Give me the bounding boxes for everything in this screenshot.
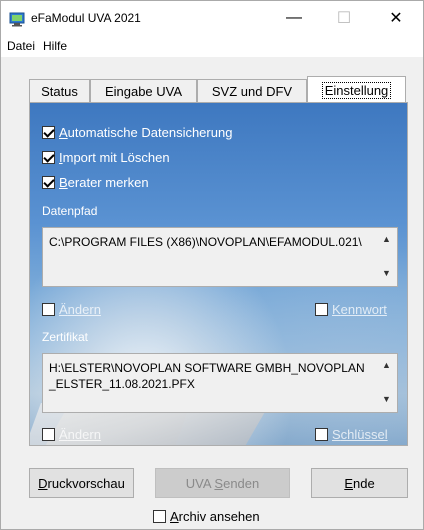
scroll-down-icon[interactable]: ▼ xyxy=(382,394,391,404)
maximize-button[interactable]: ☐ xyxy=(321,1,367,35)
close-button[interactable]: ✕ xyxy=(373,1,419,35)
remember-advisor-checkbox[interactable]: Berater merken xyxy=(42,173,149,191)
datenpfad-value: C:\PROGRAM FILES (X86)\NOVOPLAN\EFAMODUL… xyxy=(49,235,362,249)
app-window: eFaModul UVA 2021 — ☐ ✕ Datei Hilfe Stat… xyxy=(0,0,424,530)
datenpfad-scrollbar[interactable]: ▲ ▼ xyxy=(377,228,397,286)
window-title: eFaModul UVA 2021 xyxy=(31,11,141,25)
checkbox-box[interactable] xyxy=(315,302,328,316)
print-preview-button[interactable]: Druckvorschau xyxy=(29,468,134,498)
title-bar[interactable]: eFaModul UVA 2021 — ☐ ✕ xyxy=(1,1,423,35)
settings-panel: Automatische Datensicherung Import mit L… xyxy=(29,102,408,446)
checkbox-box[interactable] xyxy=(42,302,55,316)
zertifikat-label: Zertifikat xyxy=(42,330,89,344)
scroll-up-icon[interactable]: ▲ xyxy=(382,234,391,244)
scroll-up-icon[interactable]: ▲ xyxy=(382,360,391,370)
checkbox-box[interactable] xyxy=(42,175,55,189)
checkbox-box[interactable] xyxy=(315,427,328,441)
menu-datei[interactable]: Datei xyxy=(3,39,39,53)
zertifikat-value: H:\ELSTER\NOVOPLAN SOFTWARE GMBH_NOVOPLA… xyxy=(49,361,365,391)
tab-svz-und-dfv[interactable]: SVZ und DFV xyxy=(197,79,307,103)
checkbox-box[interactable] xyxy=(42,150,55,164)
password-checkbox[interactable]: Kennwort xyxy=(315,300,387,318)
app-icon xyxy=(9,12,25,27)
datenpfad-label: Datenpfad xyxy=(42,204,98,218)
datenpfad-change-checkbox[interactable]: Ändern xyxy=(42,300,101,318)
tab-status[interactable]: Status xyxy=(29,79,90,103)
zertifikat-change-checkbox[interactable]: Ändern xyxy=(42,425,101,443)
import-delete-checkbox[interactable]: Import mit Löschen xyxy=(42,148,170,166)
menu-bar: Datei Hilfe xyxy=(1,35,423,57)
menu-hilfe[interactable]: Hilfe xyxy=(39,39,71,53)
archive-view-checkbox[interactable]: Archiv ansehen xyxy=(153,509,260,524)
tab-eingabe-uva[interactable]: Eingabe UVA xyxy=(90,79,197,103)
scroll-down-icon[interactable]: ▼ xyxy=(382,268,391,278)
auto-backup-checkbox[interactable]: Automatische Datensicherung xyxy=(42,123,232,141)
end-button[interactable]: Ende xyxy=(311,468,408,498)
tab-einstellung[interactable]: Einstellung xyxy=(307,76,406,103)
checkbox-box[interactable] xyxy=(153,510,166,523)
zertifikat-scrollbar[interactable]: ▲ ▼ xyxy=(377,354,397,412)
send-uva-button[interactable]: UVA Senden xyxy=(155,468,290,498)
checkbox-box[interactable] xyxy=(42,427,55,441)
key-checkbox[interactable]: Schlüssel xyxy=(315,425,388,443)
zertifikat-field[interactable]: H:\ELSTER\NOVOPLAN SOFTWARE GMBH_NOVOPLA… xyxy=(42,353,398,413)
datenpfad-field[interactable]: C:\PROGRAM FILES (X86)\NOVOPLAN\EFAMODUL… xyxy=(42,227,398,287)
checkbox-box[interactable] xyxy=(42,125,55,139)
minimize-button[interactable]: — xyxy=(271,1,317,35)
